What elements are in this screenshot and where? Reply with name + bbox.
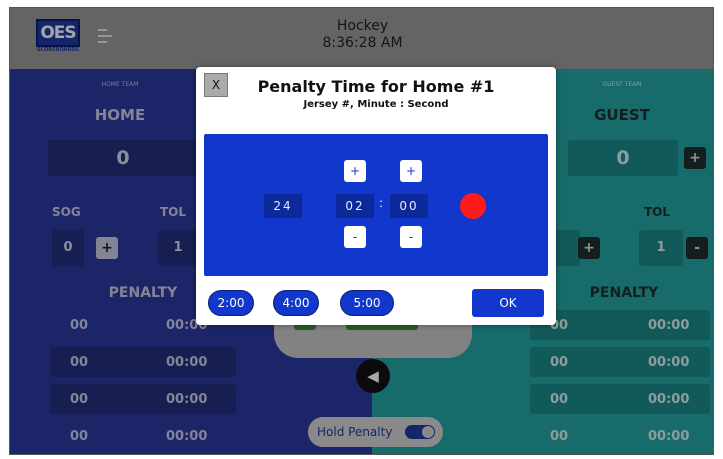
time-separator: :	[379, 196, 384, 210]
preset-4min-button[interactable]: 4:00	[273, 290, 319, 316]
minutes-minus-button[interactable]: -	[344, 226, 366, 248]
dialog-title: Penalty Time for Home #1	[257, 77, 495, 96]
jersey-number-field[interactable]: 24	[264, 194, 302, 218]
preset-2min-button[interactable]: 2:00	[208, 290, 254, 316]
clear-penalty-button[interactable]	[460, 193, 486, 219]
dialog-subtitle: Jersey #, Minute : Second	[303, 99, 449, 110]
seconds-field[interactable]: 00	[390, 194, 428, 218]
minutes-field[interactable]: 02	[336, 194, 374, 218]
ok-button[interactable]: OK	[472, 289, 544, 317]
minutes-plus-button[interactable]: +	[344, 160, 366, 182]
seconds-plus-button[interactable]: +	[400, 160, 422, 182]
penalty-time-dialog: X Penalty Time for Home #1 Jersey #, Min…	[196, 67, 556, 325]
preset-5min-button[interactable]: 5:00	[340, 290, 394, 316]
seconds-minus-button[interactable]: -	[400, 226, 422, 248]
scoreboard-app: OES SCOREBOARDS Hockey 8:36:28 AM HOME T…	[9, 7, 714, 455]
time-entry-panel: 24 + + 02 : 00 - -	[204, 134, 548, 276]
